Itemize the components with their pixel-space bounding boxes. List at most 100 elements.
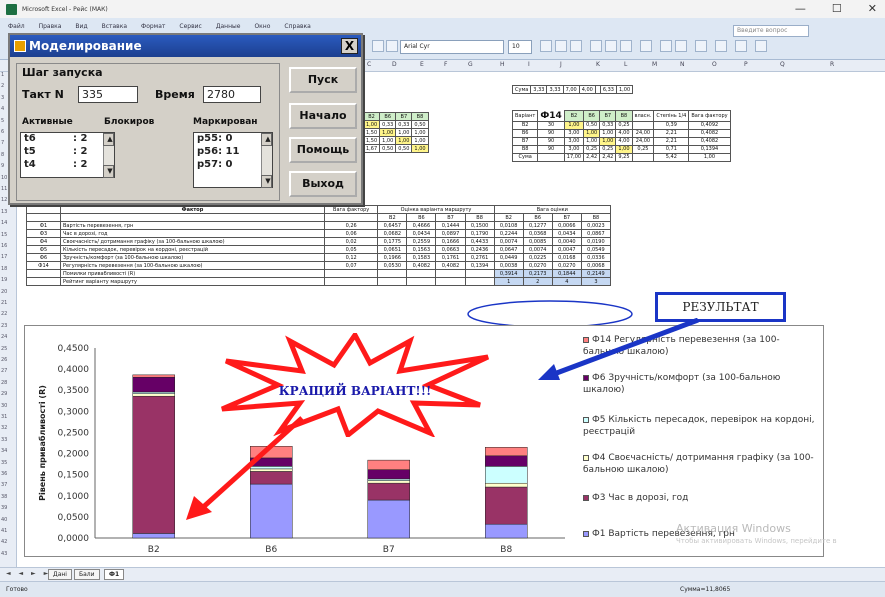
row-header[interactable]: 3 <box>1 95 4 101</box>
tact-field[interactable]: 335 <box>78 86 138 103</box>
legend-item[interactable]: Ф3 Час в дорозі, год <box>583 492 819 504</box>
total-cell[interactable]: 0,2173 <box>522 269 553 278</box>
row-header[interactable]: 32 <box>1 425 7 431</box>
cell[interactable]: 1,00 <box>395 128 413 137</box>
row-header[interactable]: 31 <box>1 414 7 420</box>
cell[interactable]: Кількість пересадок, перевірок на кордон… <box>60 245 325 254</box>
rank-cell[interactable]: 1 <box>493 277 524 286</box>
percent-icon[interactable] <box>660 40 672 52</box>
cell[interactable]: 0,05 <box>323 245 379 254</box>
toolbar-button[interactable] <box>386 40 398 52</box>
cell[interactable]: 0,25 <box>583 144 601 154</box>
column-header[interactable]: M <box>652 61 657 68</box>
cell[interactable]: 0,4082 <box>688 136 731 146</box>
cell[interactable]: 0,06 <box>323 229 379 238</box>
menu-data[interactable]: Данные <box>216 23 241 30</box>
row-header[interactable]: 39 <box>1 505 7 511</box>
cell[interactable]: 0,4433 <box>464 237 495 246</box>
column-header[interactable]: N <box>680 61 685 68</box>
cell[interactable]: 24,00 <box>631 128 655 138</box>
cell[interactable]: 0,0449 <box>493 253 524 262</box>
cell[interactable]: 0,1394 <box>688 144 731 154</box>
cell[interactable]: 1,67 <box>362 144 381 153</box>
menu-format[interactable]: Формат <box>141 23 165 30</box>
tab-data[interactable]: Дані <box>48 569 72 580</box>
cell[interactable]: Ф1 <box>26 221 61 230</box>
row-header[interactable]: 29 <box>1 391 7 397</box>
cell[interactable]: 0,1775 <box>377 237 408 246</box>
bar-segment[interactable] <box>132 376 175 393</box>
cell[interactable]: 0,0168 <box>551 253 582 262</box>
bar-segment[interactable] <box>132 393 175 397</box>
bar-segment[interactable] <box>485 466 528 484</box>
cell[interactable]: В8 <box>411 112 429 121</box>
total-cell[interactable]: 0,1844 <box>551 269 582 278</box>
row-header[interactable]: 21 <box>1 300 7 306</box>
cell[interactable]: 0,0867 <box>580 229 612 238</box>
cell[interactable]: Ф14 <box>26 261 61 270</box>
cell[interactable]: 0,1583 <box>406 253 437 262</box>
cell[interactable]: 0,6457 <box>377 221 408 230</box>
exit-button[interactable]: Выход <box>289 171 357 197</box>
maximize-button[interactable]: ☐ <box>832 2 842 15</box>
row-header[interactable]: 20 <box>1 289 7 295</box>
cell[interactable] <box>631 120 655 130</box>
cell[interactable]: 0,33 <box>379 120 397 129</box>
tab-scores[interactable]: Бали <box>74 569 100 580</box>
cell[interactable]: 0,50 <box>583 120 601 130</box>
cell[interactable] <box>631 152 655 162</box>
cell[interactable]: 0,0038 <box>493 261 524 270</box>
cell[interactable]: 2,42 <box>583 152 601 162</box>
cell[interactable]: Сума <box>511 152 539 162</box>
cell[interactable]: 17,00 <box>563 152 585 162</box>
cell[interactable]: 1,50 <box>362 128 381 137</box>
row-header[interactable]: 25 <box>1 346 7 352</box>
merge-icon[interactable] <box>640 40 652 52</box>
cell[interactable]: Ф6 <box>26 253 61 262</box>
cell[interactable]: Ф5 <box>26 245 61 254</box>
cell[interactable]: 0,0682 <box>377 229 408 238</box>
cell[interactable]: 0,0023 <box>580 221 612 230</box>
cell[interactable]: 0,4092 <box>688 120 731 130</box>
row-header[interactable]: 7 <box>1 140 4 146</box>
row-header[interactable]: 15 <box>1 232 7 238</box>
cell[interactable]: Вартість перевезення, грн <box>60 221 325 230</box>
bar-segment[interactable] <box>367 478 410 481</box>
row-header[interactable]: 12 <box>1 197 7 203</box>
cell[interactable]: 0,0530 <box>377 261 408 270</box>
minimize-button[interactable]: — <box>795 2 806 15</box>
row-header[interactable]: 28 <box>1 380 7 386</box>
cell[interactable]: 0,2761 <box>464 253 495 262</box>
cell[interactable]: Час в дорозі, год <box>60 229 325 238</box>
cell[interactable]: Варіант <box>511 110 539 122</box>
active-list[interactable]: t6: 2 t5: 2 t4: 2 ▲ ▼ <box>20 132 115 178</box>
list-item[interactable]: t4: 2 <box>21 159 114 172</box>
bold-icon[interactable] <box>540 40 552 52</box>
rank-cell[interactable]: 2 <box>522 277 553 286</box>
menu-window[interactable]: Окно <box>254 23 270 30</box>
cell[interactable]: 3,00 <box>563 144 585 154</box>
cell[interactable]: 4,00 <box>615 128 633 138</box>
menu-file[interactable]: Файл <box>8 23 25 30</box>
cell[interactable]: 7,00 <box>562 85 580 94</box>
cell[interactable]: 0,0074 <box>522 245 553 254</box>
row-header[interactable]: 2 <box>1 83 4 89</box>
bar-segment[interactable] <box>485 486 528 525</box>
row-header[interactable]: 9 <box>1 163 4 169</box>
align-left-icon[interactable] <box>590 40 602 52</box>
cell[interactable]: 1,00 <box>615 85 634 94</box>
column-header[interactable]: I <box>528 61 530 68</box>
tab-nav-arrows[interactable]: ◄ ◄ ► ► <box>6 570 51 577</box>
cell[interactable]: 0,25 <box>615 120 633 130</box>
cell[interactable]: 4,00 <box>578 85 596 94</box>
bar-segment[interactable] <box>132 395 175 534</box>
menu-insert[interactable]: Вставка <box>102 23 127 30</box>
cell[interactable]: 1,00 <box>688 152 731 162</box>
cell[interactable]: 0,0270 <box>551 261 582 270</box>
column-header[interactable]: R <box>830 61 834 68</box>
legend-item[interactable]: Ф4 Своєчасність/ дотримання графіку (за … <box>583 452 819 476</box>
cell[interactable]: 90 <box>537 128 565 138</box>
cell[interactable]: 1,00 <box>362 120 381 129</box>
cell[interactable]: 0,0225 <box>522 253 553 262</box>
cell[interactable]: 0,0549 <box>580 245 612 254</box>
